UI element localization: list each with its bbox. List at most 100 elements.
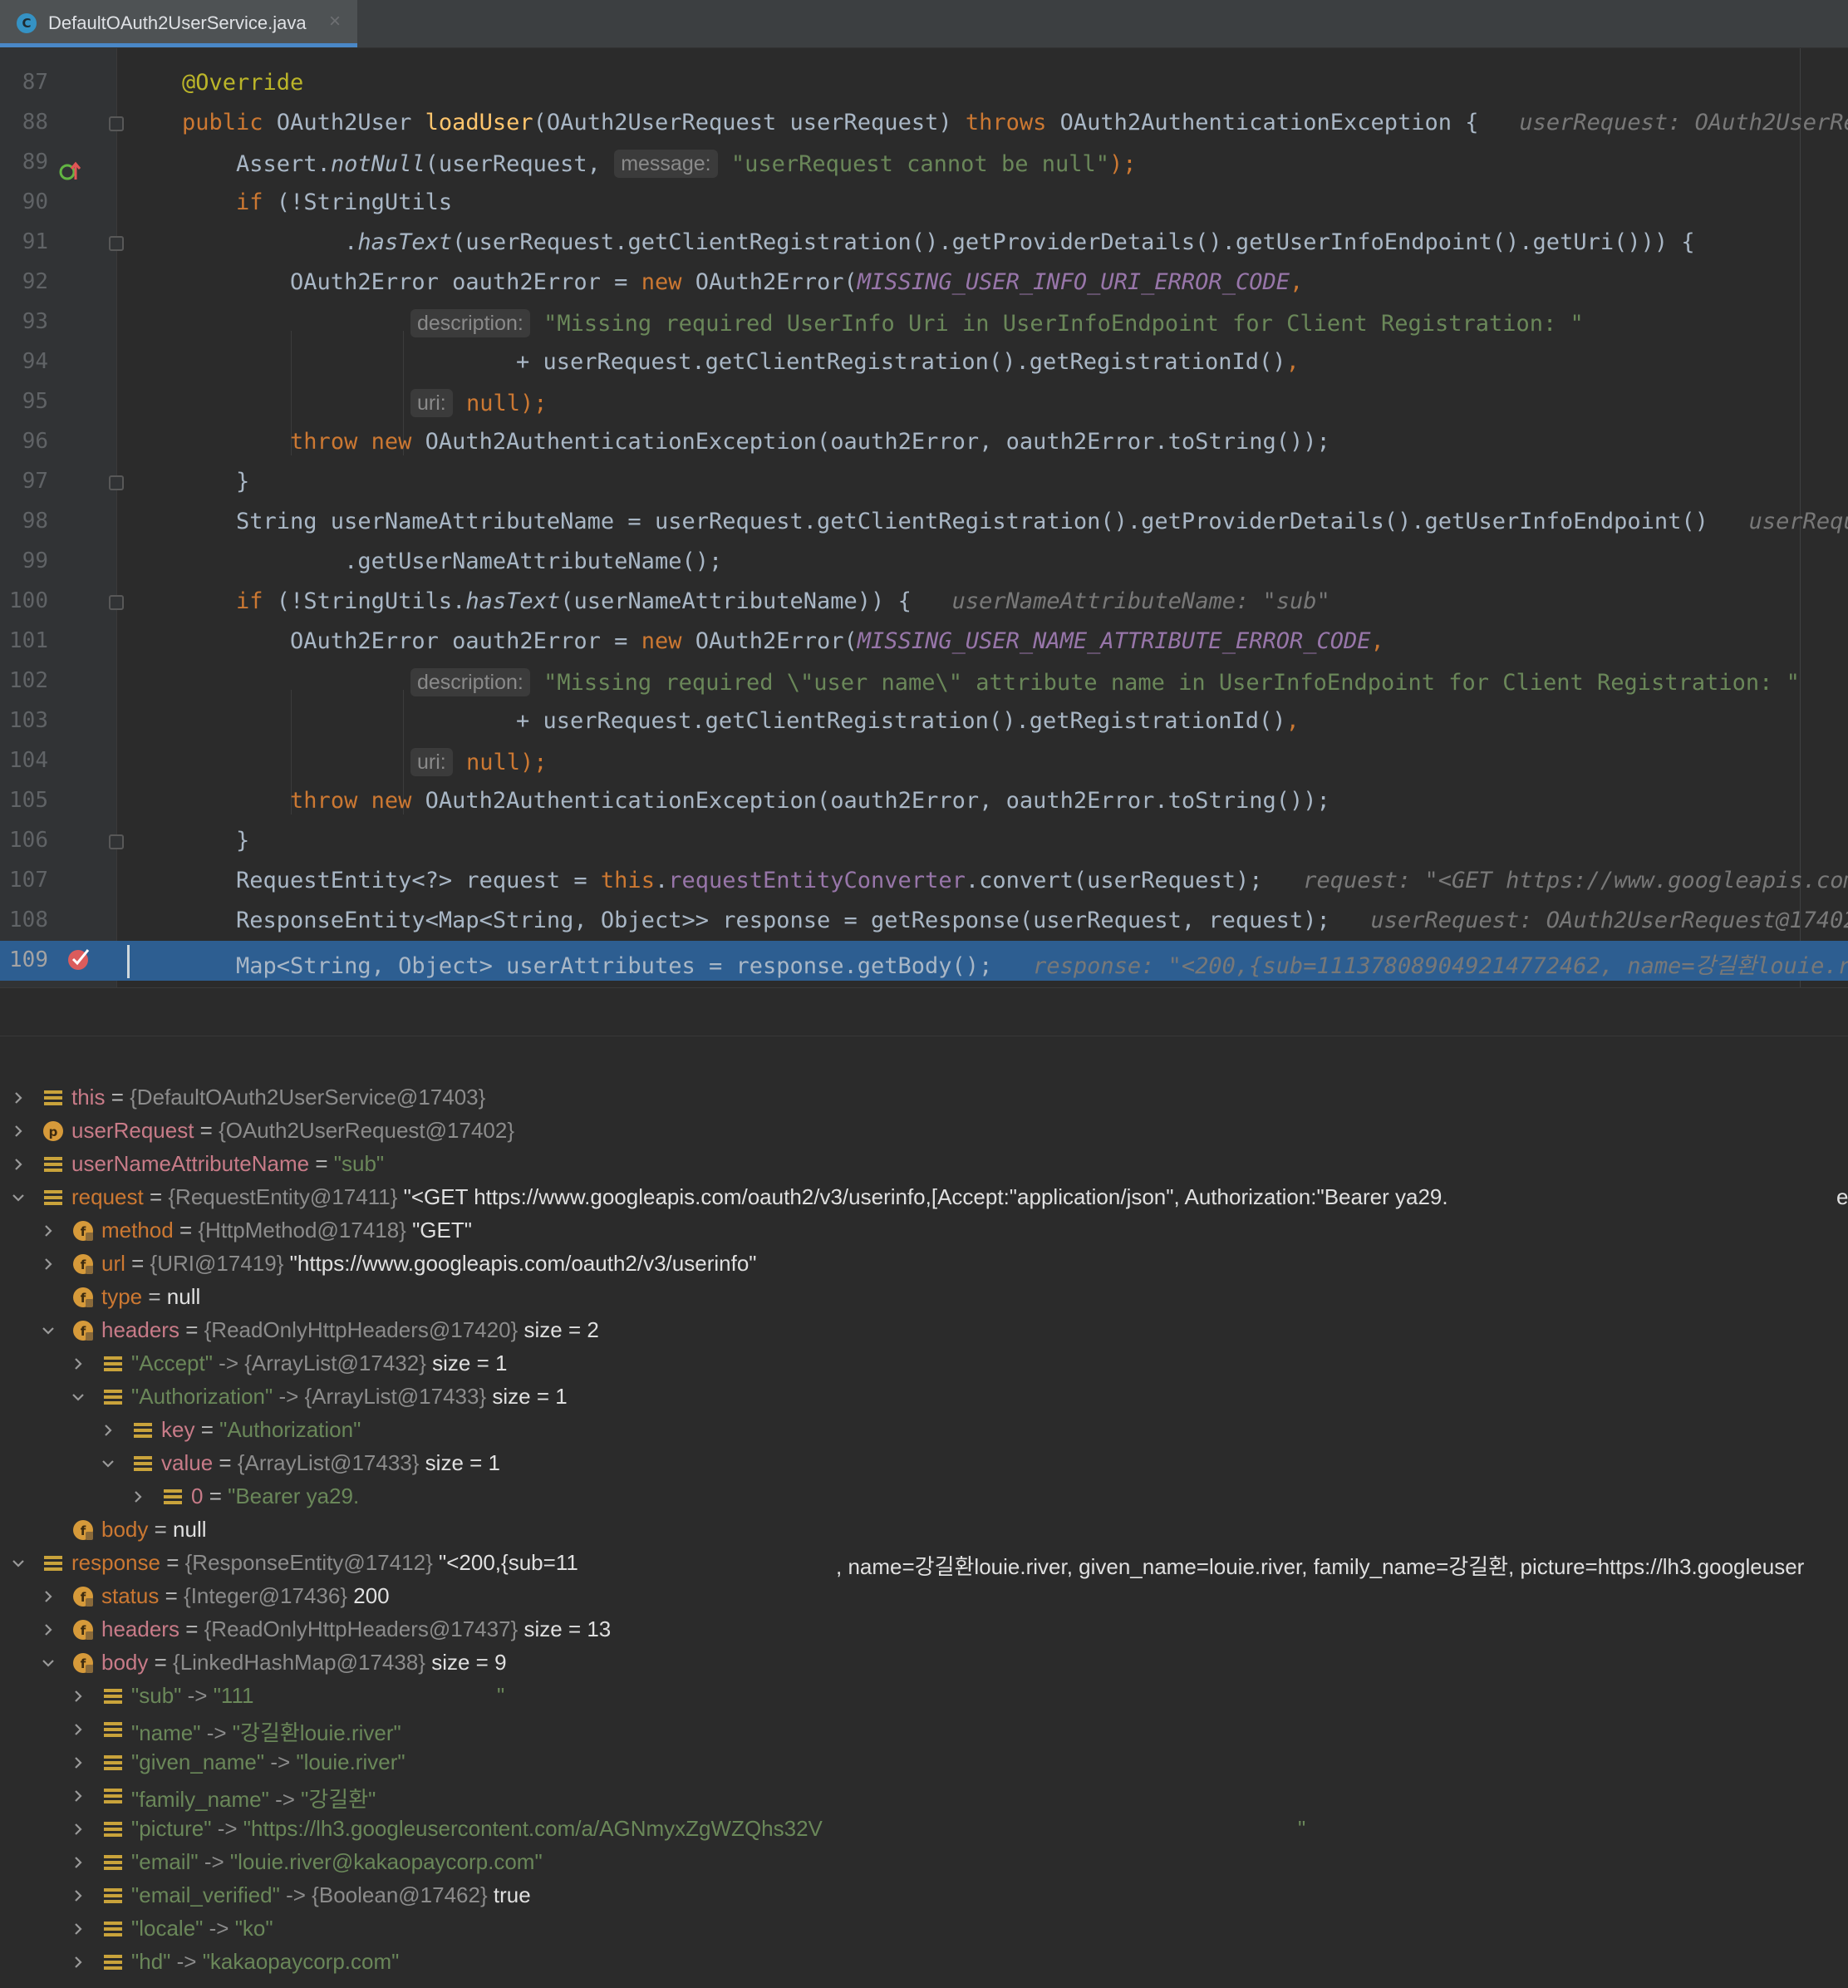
variable-row[interactable]: p userRequest = {OAuth2UserRequest@17402} [0,1115,1848,1148]
variable-row[interactable]: 0 = "Bearer ya29. [0,1480,1848,1513]
line-number[interactable]: 91 [0,229,48,254]
variable-row[interactable]: "name" -> "강길환louie.river" [0,1713,1848,1746]
current-execution-line[interactable]: 109 Map<String, Object> userAttributes =… [0,941,1848,981]
line-number[interactable]: 93 [0,309,48,334]
line-number[interactable]: 106 [0,828,48,853]
chevron-right-icon[interactable] [72,1956,84,1968]
chevron-right-icon[interactable] [72,1890,84,1902]
variable-row[interactable]: "family_name" -> "강길환" [0,1779,1848,1813]
chevron-down-icon[interactable] [12,1192,24,1203]
fold-icon[interactable] [109,475,124,490]
line-number[interactable]: 109 [0,947,48,972]
line-number[interactable]: 108 [0,908,48,932]
close-icon[interactable]: × [329,10,341,33]
variable-row[interactable]: value = {ArrayList@17433} size = 1 [0,1447,1848,1480]
variable-row[interactable]: "given_name" -> "louie.river" [0,1746,1848,1779]
chevron-right-icon[interactable] [12,1092,24,1104]
tab-default-oauth2-user-service[interactable]: C DefaultOAuth2UserService.java × [0,0,357,47]
line-number[interactable]: 101 [0,628,48,653]
chevron-down-icon[interactable] [42,1657,54,1669]
variable-row[interactable]: f body = null [0,1513,1848,1547]
chevron-right-icon[interactable] [72,1690,84,1702]
chevron-right-icon[interactable] [42,1258,54,1270]
breakpoint-icon[interactable] [66,947,91,972]
chevron-down-icon[interactable] [72,1391,84,1403]
fold-icon[interactable] [109,116,124,131]
code-line[interactable]: 102 description: "Missing required \"use… [0,662,1848,701]
code-line[interactable]: 100 if (!StringUtils.hasText(userNameAtt… [0,582,1848,622]
chevron-right-icon[interactable] [42,1624,54,1636]
code-line[interactable]: 108 ResponseEntity<Map<String, Object>> … [0,901,1848,941]
code-line[interactable]: 90 if (!StringUtils [0,183,1848,223]
code-line[interactable]: 99 .getUserNameAttributeName(); [0,542,1848,582]
code-line[interactable]: 93 description: "Missing required UserIn… [0,303,1848,342]
code-editor[interactable]: 87 @Override 88 public OAuth2User loadUs… [0,48,1848,987]
line-number[interactable]: 90 [0,189,48,214]
line-number[interactable]: 104 [0,748,48,773]
fold-icon[interactable] [109,595,124,610]
variable-row[interactable]: f type = null [0,1281,1848,1314]
chevron-right-icon[interactable] [12,1159,24,1170]
code-line[interactable]: 104 uri: null); [0,741,1848,781]
fold-icon[interactable] [109,834,124,849]
code-line[interactable]: 106 } [0,821,1848,861]
chevron-right-icon[interactable] [72,1358,84,1370]
variable-row[interactable]: "Authorization" -> {ArrayList@17433} siz… [0,1380,1848,1414]
line-number[interactable]: 107 [0,868,48,893]
line-number[interactable]: 105 [0,788,48,813]
chevron-right-icon[interactable] [42,1591,54,1602]
variable-row[interactable]: "email_verified" -> {Boolean@17462} true [0,1879,1848,1912]
line-number[interactable]: 97 [0,469,48,494]
variable-row[interactable]: this = {DefaultOAuth2UserService@17403} [0,1081,1848,1115]
line-number[interactable]: 95 [0,389,48,414]
chevron-right-icon[interactable] [72,1823,84,1835]
variable-row[interactable]: f headers = {ReadOnlyHttpHeaders@17437} s… [0,1613,1848,1646]
chevron-right-icon[interactable] [72,1724,84,1735]
line-number[interactable]: 92 [0,269,48,294]
code-line[interactable]: 105 throw new OAuth2AuthenticationExcept… [0,781,1848,821]
override-method-icon[interactable] [59,160,82,183]
line-number[interactable]: 102 [0,668,48,693]
line-number[interactable]: 88 [0,110,48,135]
code-line[interactable]: 91 .hasText(userRequest.getClientRegistr… [0,223,1848,263]
variable-row[interactable]: key = "Authorization" [0,1414,1848,1447]
chevron-right-icon[interactable] [102,1425,114,1436]
code-line[interactable]: 103 + userRequest.getClientRegistration(… [0,701,1848,741]
chevron-down-icon[interactable] [102,1458,114,1469]
line-number[interactable]: 100 [0,588,48,613]
variable-row[interactable]: request = {RequestEntity@17411} "<GET ht… [0,1181,1848,1214]
variable-row[interactable]: "hd" -> "kakaopaycorp.com" [0,1946,1848,1979]
line-number[interactable]: 89 [0,150,48,175]
chevron-right-icon[interactable] [72,1857,84,1868]
variable-row[interactable]: "email" -> "louie.river@kakaopaycorp.com… [0,1846,1848,1879]
chevron-right-icon[interactable] [42,1225,54,1237]
variables-tree[interactable]: this = {DefaultOAuth2UserService@17403} … [0,1080,1848,1988]
code-line[interactable]: 96 throw new OAuth2AuthenticationExcepti… [0,422,1848,462]
variable-row[interactable]: "Accept" -> {ArrayList@17432} size = 1 [0,1347,1848,1380]
chevron-right-icon[interactable] [72,1790,84,1802]
line-number[interactable]: 103 [0,708,48,733]
variable-row[interactable]: userNameAttributeName = "sub" [0,1148,1848,1181]
chevron-down-icon[interactable] [12,1557,24,1569]
line-number[interactable]: 99 [0,549,48,573]
line-number[interactable]: 94 [0,349,48,374]
code-line[interactable]: 92 OAuth2Error oauth2Error = new OAuth2E… [0,263,1848,303]
variable-row[interactable]: f url = {URI@17419} "https://www.googleap… [0,1247,1848,1281]
code-line[interactable]: 95 uri: null); [0,382,1848,422]
code-line[interactable]: 94 + userRequest.getClientRegistration()… [0,342,1848,382]
code-line[interactable]: 97 } [0,462,1848,502]
variable-row[interactable]: f body = {LinkedHashMap@17438} size = 9 [0,1646,1848,1680]
code-line[interactable]: 107 RequestEntity<?> request = this.requ… [0,861,1848,901]
chevron-right-icon[interactable] [72,1923,84,1935]
code-line[interactable]: 88 public OAuth2User loadUser(OAuth2User… [0,103,1848,143]
variable-row[interactable]: f method = {HttpMethod@17418} "GET" [0,1214,1848,1247]
code-line[interactable]: 89 Assert.notNull(userRequest, message: … [0,143,1848,183]
variable-row[interactable]: "locale" -> "ko" [0,1912,1848,1946]
line-number[interactable]: 96 [0,429,48,454]
code-line[interactable]: 98 String userNameAttributeName = userRe… [0,502,1848,542]
line-number[interactable]: 87 [0,70,48,95]
variable-row[interactable]: "sub" -> "111 " [0,1680,1848,1713]
variable-row[interactable]: "picture" -> "https://lh3.googleusercont… [0,1813,1848,1846]
line-number[interactable]: 98 [0,509,48,534]
code-line[interactable]: 87 @Override [0,63,1848,103]
